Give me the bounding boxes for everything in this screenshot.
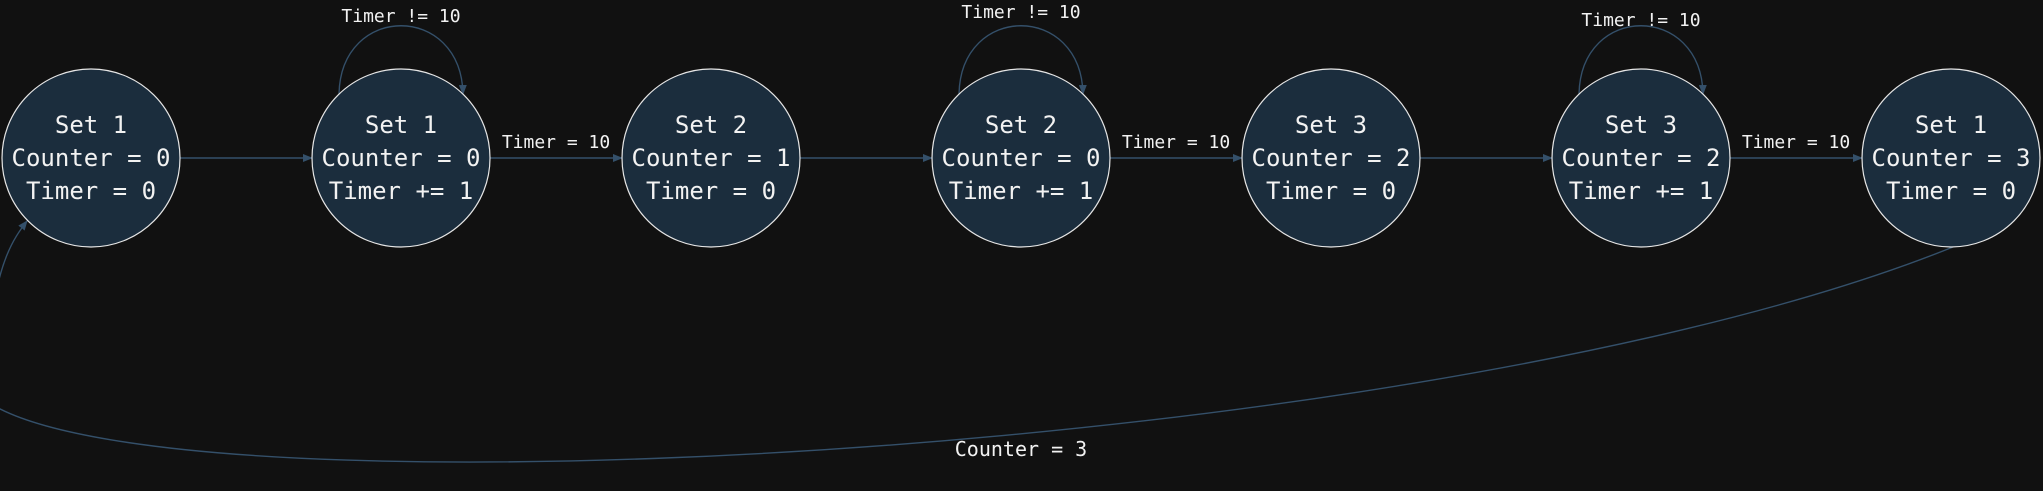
transition-label: Timer = 10	[1122, 132, 1230, 153]
state-text-line: Counter = 0	[322, 144, 481, 172]
transition-label: Timer = 10	[502, 132, 610, 153]
state-node: Set 2 Counter = 1 Timer = 0	[621, 68, 801, 248]
self-loop-label: Timer != 10	[1581, 10, 1700, 31]
state-text-line: Set 2	[675, 111, 747, 139]
return-arrow	[0, 220, 1954, 463]
state-node: Set 2 Counter = 0 Timer += 1	[931, 68, 1111, 248]
state-text-line: Set 3	[1605, 111, 1677, 139]
state-diagram: Set 1 Counter = 0 Timer = 0 Set 1 Counter = …	[0, 2, 2041, 463]
state-text-line: Counter = 0	[942, 144, 1101, 172]
self-loop-label: Timer != 10	[341, 6, 460, 27]
state-text-line: Counter = 3	[1872, 144, 2031, 172]
state-text-line: Timer = 0	[26, 177, 156, 205]
state-text-line: Counter = 2	[1562, 144, 1721, 172]
state-text-line: Timer += 1	[329, 177, 474, 205]
state-node: Set 3 Counter = 2 Timer = 0	[1241, 68, 1421, 248]
state-text-line: Counter = 1	[632, 144, 791, 172]
state-text-line: Set 1	[365, 111, 437, 139]
state-text-line: Timer += 1	[1569, 177, 1714, 205]
state-node: Set 3 Counter = 2 Timer += 1	[1551, 68, 1731, 248]
state-text-line: Counter = 2	[1252, 144, 1411, 172]
state-node: Set 1 Counter = 3 Timer = 0	[1861, 68, 2041, 248]
transition-label: Timer = 10	[1742, 132, 1850, 153]
state-node: Set 1 Counter = 0 Timer += 1	[311, 68, 491, 248]
return-label: Counter = 3	[955, 437, 1087, 461]
state-text-line: Timer = 0	[1266, 177, 1396, 205]
state-text-line: Counter = 0	[12, 144, 171, 172]
state-text-line: Set 2	[985, 111, 1057, 139]
state-text-line: Set 1	[55, 111, 127, 139]
state-text-line: Timer = 0	[646, 177, 776, 205]
state-text-line: Timer = 0	[1886, 177, 2016, 205]
state-text-line: Set 1	[1915, 111, 1987, 139]
self-loop-label: Timer != 10	[961, 2, 1080, 23]
state-node: Set 1 Counter = 0 Timer = 0	[1, 68, 181, 248]
state-text-line: Timer += 1	[949, 177, 1094, 205]
state-text-line: Set 3	[1295, 111, 1367, 139]
